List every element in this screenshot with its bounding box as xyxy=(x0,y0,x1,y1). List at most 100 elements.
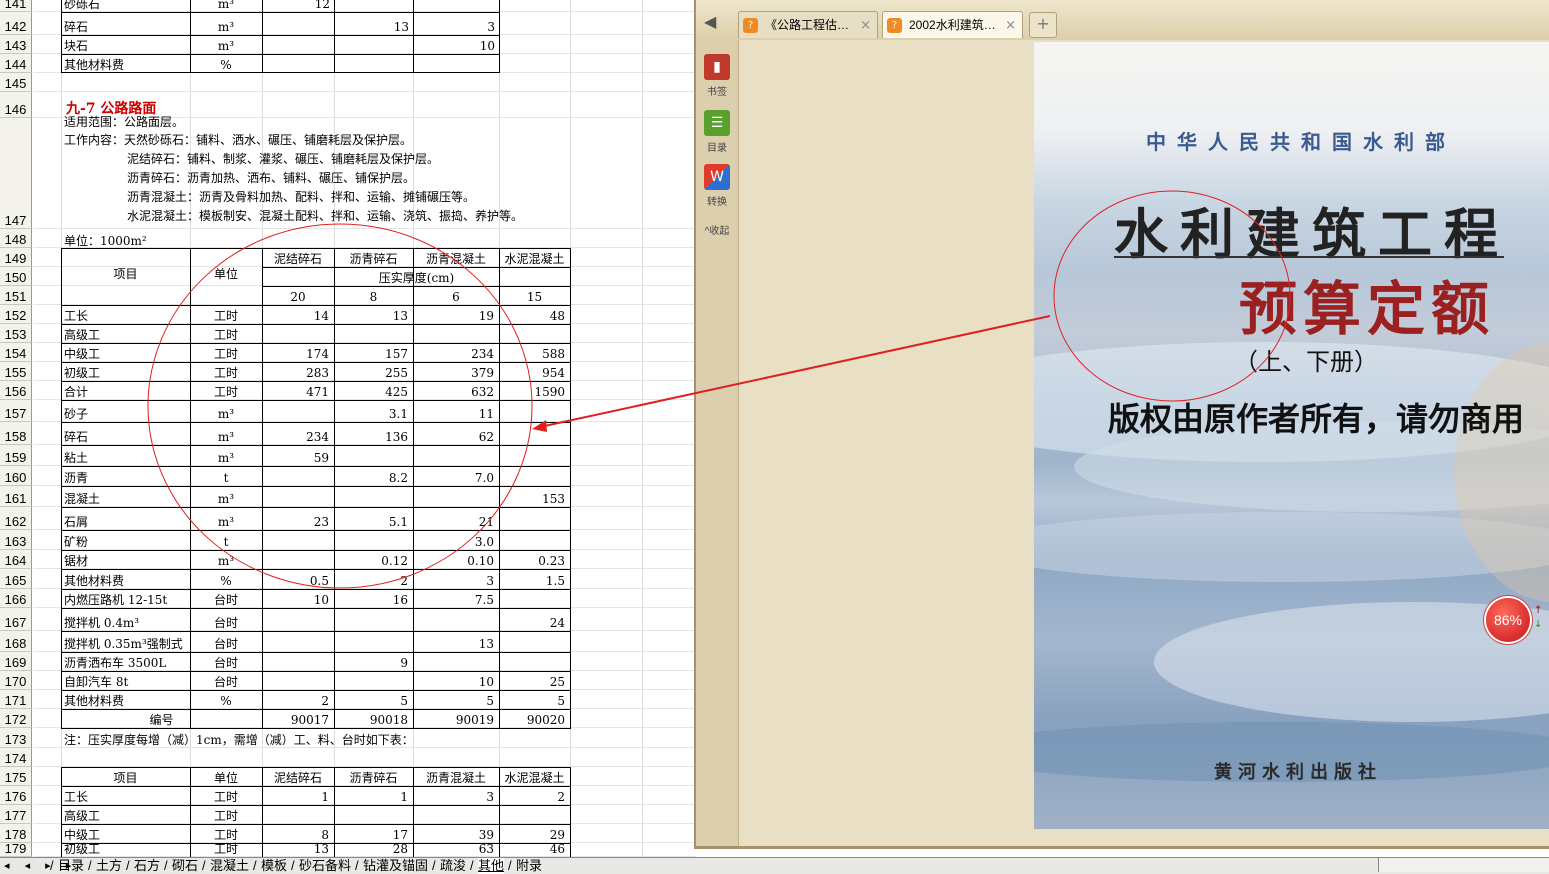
collapse-button[interactable]: ^收起 xyxy=(702,222,732,237)
table-row-item: 粘土 xyxy=(64,451,89,465)
row-header[interactable]: 171 xyxy=(0,690,32,709)
table-border xyxy=(61,805,571,806)
bookmark-button[interactable]: ▮ 书签 xyxy=(702,54,732,98)
grid-line xyxy=(642,0,643,857)
table-row-item: 初级工 xyxy=(64,366,101,380)
table-header-col: 沥青混凝土 xyxy=(425,252,486,266)
sheet-tab[interactable]: 石方 xyxy=(134,858,160,874)
row-header[interactable]: 164 xyxy=(0,550,32,569)
table2-header-col: 沥青混凝土 xyxy=(425,771,486,785)
bookmark-icon: ▮ xyxy=(704,54,730,80)
tab-separator: / xyxy=(355,858,359,873)
convert-button[interactable]: W 转换 xyxy=(702,164,732,208)
table-header-col: 水泥混凝土 xyxy=(504,252,565,266)
table-cell-unit: % xyxy=(220,58,232,72)
row-header[interactable]: 145 xyxy=(0,73,32,92)
row-header[interactable]: 142 xyxy=(0,12,32,35)
row-header[interactable]: 163 xyxy=(0,530,32,550)
close-icon[interactable]: × xyxy=(860,12,871,38)
row-header[interactable]: 160 xyxy=(0,466,32,486)
row-header[interactable]: 177 xyxy=(0,805,32,824)
sheet-tab[interactable]: 土方 xyxy=(96,858,122,874)
table-row-value: 136 xyxy=(385,430,408,444)
reader-tab-2[interactable]: ? 2002水利建筑… × xyxy=(882,11,1023,38)
row-header[interactable]: 176 xyxy=(0,786,32,805)
sheet-tab[interactable]: 疏浚 xyxy=(440,858,466,874)
row-header[interactable]: 161 xyxy=(0,486,32,507)
row-header[interactable]: 166 xyxy=(0,589,32,608)
row-header[interactable]: 170 xyxy=(0,671,32,690)
sheet-tab[interactable]: 钻灌及锚固 xyxy=(363,858,428,874)
work-content-line: 沥青混凝土：沥青及骨料加热、配料、拌和、运输、摊铺碾压等。 xyxy=(127,190,476,204)
table2-header-item: 项目 xyxy=(113,771,138,785)
table-border xyxy=(61,631,571,632)
table-row-value: 471 xyxy=(306,385,329,399)
page-viewport[interactable]: 中华人民共和国水利部 水利建筑工程 预算定额 （上、下册） 版权由原作者所有，请… xyxy=(739,40,1549,846)
table-border xyxy=(61,248,62,729)
horizontal-scrollbar[interactable] xyxy=(1378,858,1549,872)
row-header[interactable]: 159 xyxy=(0,445,32,466)
row-header[interactable]: 151 xyxy=(0,286,32,305)
zoom-indicator[interactable]: 86% xyxy=(1486,598,1530,642)
row-header[interactable]: 143 xyxy=(0,35,32,54)
table-row-item: 工长 xyxy=(64,309,89,323)
table-border xyxy=(61,728,571,729)
row-header[interactable]: 152 xyxy=(0,305,32,324)
zoom-arrows-icon[interactable]: ↑ ↓ xyxy=(1534,604,1542,632)
row-header[interactable]: 173 xyxy=(0,728,32,748)
new-tab-button[interactable]: + xyxy=(1029,12,1057,38)
row-header[interactable]: 141 xyxy=(0,0,32,12)
tab-separator: / xyxy=(126,858,130,873)
sheet-tab[interactable]: 附录 xyxy=(516,858,542,874)
row-header[interactable]: 148 xyxy=(0,229,32,248)
sheet-tab[interactable]: 混凝土 xyxy=(210,858,249,874)
row-header[interactable]: 154 xyxy=(0,343,32,362)
row-header[interactable]: 162 xyxy=(0,507,32,530)
row-header[interactable]: 172 xyxy=(0,709,32,728)
row-header[interactable]: 157 xyxy=(0,400,32,422)
code-label: 编号 xyxy=(149,713,174,727)
table-row-value: 23 xyxy=(313,515,329,529)
close-icon[interactable]: × xyxy=(1005,12,1016,38)
row-header[interactable]: 149 xyxy=(0,248,32,267)
row-header[interactable]: 156 xyxy=(0,381,32,400)
table-row-value: 153 xyxy=(542,492,565,506)
row-header[interactable]: 167 xyxy=(0,608,32,631)
back-icon[interactable]: ◀ xyxy=(704,12,728,34)
toc-button[interactable]: ☰ 目录 xyxy=(702,110,732,154)
table-header-item: 项目 xyxy=(113,267,138,281)
sheet-tab[interactable]: 目录 xyxy=(58,858,84,874)
table-border xyxy=(61,466,571,467)
sheet-tab[interactable]: 其他 xyxy=(478,858,505,874)
table-row-value: 2 xyxy=(321,694,329,708)
row-header[interactable]: 174 xyxy=(0,748,32,767)
row-header[interactable]: 146 xyxy=(0,92,32,118)
reader-tab-1[interactable]: ? 《公路工程估… × xyxy=(738,11,878,38)
table-border xyxy=(61,824,571,825)
sheet-tab[interactable]: 砂石备料 xyxy=(299,858,351,874)
row-header[interactable]: 147 xyxy=(0,118,32,229)
scope-text: 适用范围：公路面层。 xyxy=(64,115,185,129)
sheet-tab[interactable]: 模板 xyxy=(261,858,287,874)
row-header[interactable]: 168 xyxy=(0,631,32,652)
row-header[interactable]: 144 xyxy=(0,54,32,73)
table-row-value: 1.5 xyxy=(545,574,565,588)
row-header[interactable]: 150 xyxy=(0,267,32,286)
row-header[interactable]: 158 xyxy=(0,422,32,445)
cover-rule xyxy=(1114,256,1504,258)
table-border xyxy=(61,507,571,508)
row-header[interactable]: 179 xyxy=(0,842,32,857)
cover-copyright: 版权由原作者所有，请勿商用 xyxy=(1108,400,1525,438)
row-header[interactable]: 165 xyxy=(0,569,32,589)
table2-row-item: 工长 xyxy=(64,790,89,804)
table2-header-col: 水泥混凝土 xyxy=(504,771,565,785)
row-header[interactable]: 175 xyxy=(0,767,32,786)
sheet-tab[interactable]: 砌石 xyxy=(172,858,198,874)
row-header[interactable]: 169 xyxy=(0,652,32,671)
section-title: 九-7 公路路面 xyxy=(66,101,157,117)
table-header-thickness-value: 20 xyxy=(290,290,306,304)
spreadsheet-area[interactable]: 141 142 143 144 145 146 147 148 149 150 151 152 153 1… xyxy=(0,0,696,857)
row-header[interactable]: 155 xyxy=(0,362,32,381)
table-row-item: 中级工 xyxy=(64,347,101,361)
row-header[interactable]: 153 xyxy=(0,324,32,343)
